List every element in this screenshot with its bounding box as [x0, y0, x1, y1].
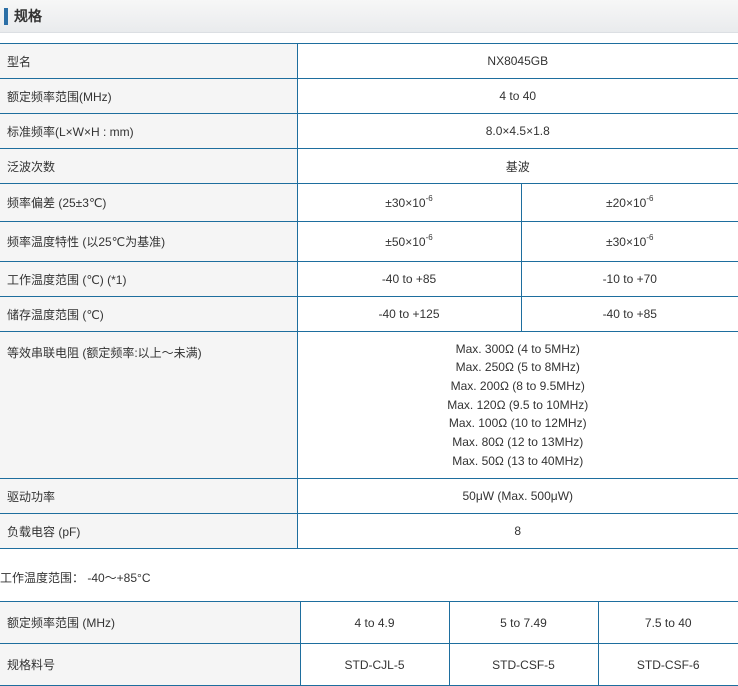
spec-table: 型名 NX8045GB 额定频率范围(MHz) 4 to 40 标准频率(L×W… [0, 43, 738, 549]
spec-value-frequency-range: 4 to 40 [297, 79, 738, 114]
spec-value-tolerance-a: ±30×10-6 [297, 184, 521, 222]
tolerance-a-base: ±30×10 [385, 196, 425, 210]
spec-label-frequency-range: 额定频率范围(MHz) [0, 79, 297, 114]
table-row: 泛波次数 基波 [0, 149, 738, 184]
temp-char-a-base: ±50×10 [385, 235, 425, 249]
operating-temp-note: 工作温度范围： -40～+85°C [0, 571, 151, 585]
spec-value-storage-temp-a: -40 to +125 [297, 297, 521, 332]
spec-value-overtone: 基波 [297, 149, 738, 184]
spec-label-esr: 等效串联电阻 (额定频率:以上～未满) [0, 332, 297, 479]
table-row: 频率温度特性 (以25℃为基准) ±50×10-6 ±30×10-6 [0, 222, 738, 262]
table-row: 储存温度范围 (℃) -40 to +125 -40 to +85 [0, 297, 738, 332]
exponent: -6 [426, 233, 433, 242]
spec-value-drive-level: 50μW (Max. 500μW) [297, 479, 738, 514]
esr-line: Max. 200Ω (8 to 9.5MHz) [298, 377, 738, 396]
spec-value-storage-temp-b: -40 to +85 [521, 297, 738, 332]
parts-part-cell: STD-CJL-5 [300, 644, 449, 686]
esr-line: Max. 50Ω (13 to 40MHz) [298, 452, 738, 471]
exponent: -6 [426, 194, 433, 203]
section-header: 规格 [0, 0, 738, 33]
spec-value-temp-characteristic-b: ±30×10-6 [521, 222, 738, 262]
spec-label-load-capacitance: 负载电容 (pF) [0, 514, 297, 549]
table-row: 等效串联电阻 (额定频率:以上～未满) Max. 300Ω (4 to 5MHz… [0, 332, 738, 479]
spec-value-temp-characteristic-a: ±50×10-6 [297, 222, 521, 262]
table-row: 驱动功率 50μW (Max. 500μW) [0, 479, 738, 514]
parts-range-cell: 5 to 7.49 [449, 602, 598, 644]
spec-label-tolerance: 频率偏差 (25±3℃) [0, 184, 297, 222]
table-row: 额定频率范围(MHz) 4 to 40 [0, 79, 738, 114]
part-number-table: 额定频率范围 (MHz) 4 to 4.9 5 to 7.49 7.5 to 4… [0, 601, 738, 686]
tolerance-b-base: ±20×10 [606, 196, 646, 210]
spec-label-temp-characteristic: 频率温度特性 (以25℃为基准) [0, 222, 297, 262]
temp-char-b-base: ±30×10 [606, 235, 646, 249]
section-title: 规格 [14, 8, 42, 25]
spec-value-tolerance-b: ±20×10-6 [521, 184, 738, 222]
table-row: 负载电容 (pF) 8 [0, 514, 738, 549]
esr-line: Max. 100Ω (10 to 12MHz) [298, 414, 738, 433]
table-row: 规格料号 STD-CJL-5 STD-CSF-5 STD-CSF-6 [0, 644, 738, 686]
esr-line: Max. 250Ω (5 to 8MHz) [298, 358, 738, 377]
parts-part-cell: STD-CSF-5 [449, 644, 598, 686]
parts-label-frequency-range: 额定频率范围 (MHz) [0, 602, 300, 644]
parts-range-cell: 4 to 4.9 [300, 602, 449, 644]
esr-line: Max. 120Ω (9.5 to 10MHz) [298, 396, 738, 415]
parts-part-cell: STD-CSF-6 [598, 644, 738, 686]
spec-label-operating-temp: 工作温度范围 (℃) (*1) [0, 262, 297, 297]
section-header-accent-bar [4, 8, 8, 25]
table-row: 工作温度范围 (℃) (*1) -40 to +85 -10 to +70 [0, 262, 738, 297]
esr-line: Max. 80Ω (12 to 13MHz) [298, 433, 738, 452]
esr-line: Max. 300Ω (4 to 5MHz) [298, 340, 738, 359]
spec-value-size: 8.0×4.5×1.8 [297, 114, 738, 149]
parts-range-cell: 7.5 to 40 [598, 602, 738, 644]
spec-label-drive-level: 驱动功率 [0, 479, 297, 514]
spec-label-overtone: 泛波次数 [0, 149, 297, 184]
spec-value-esr: Max. 300Ω (4 to 5MHz) Max. 250Ω (5 to 8M… [297, 332, 738, 479]
spec-value-operating-temp-a: -40 to +85 [297, 262, 521, 297]
table-row: 额定频率范围 (MHz) 4 to 4.9 5 to 7.49 7.5 to 4… [0, 602, 738, 644]
parts-label-part-number: 规格料号 [0, 644, 300, 686]
table-row: 标准频率(L×W×H : mm) 8.0×4.5×1.8 [0, 114, 738, 149]
spec-value-model: NX8045GB [297, 44, 738, 79]
exponent: -6 [646, 233, 653, 242]
exponent: -6 [646, 194, 653, 203]
spec-value-operating-temp-b: -10 to +70 [521, 262, 738, 297]
spec-label-size: 标准频率(L×W×H : mm) [0, 114, 297, 149]
spec-value-load-capacitance: 8 [297, 514, 738, 549]
spec-label-storage-temp: 储存温度范围 (℃) [0, 297, 297, 332]
spec-label-model: 型名 [0, 44, 297, 79]
table-row: 型名 NX8045GB [0, 44, 738, 79]
table-row: 频率偏差 (25±3℃) ±30×10-6 ±20×10-6 [0, 184, 738, 222]
